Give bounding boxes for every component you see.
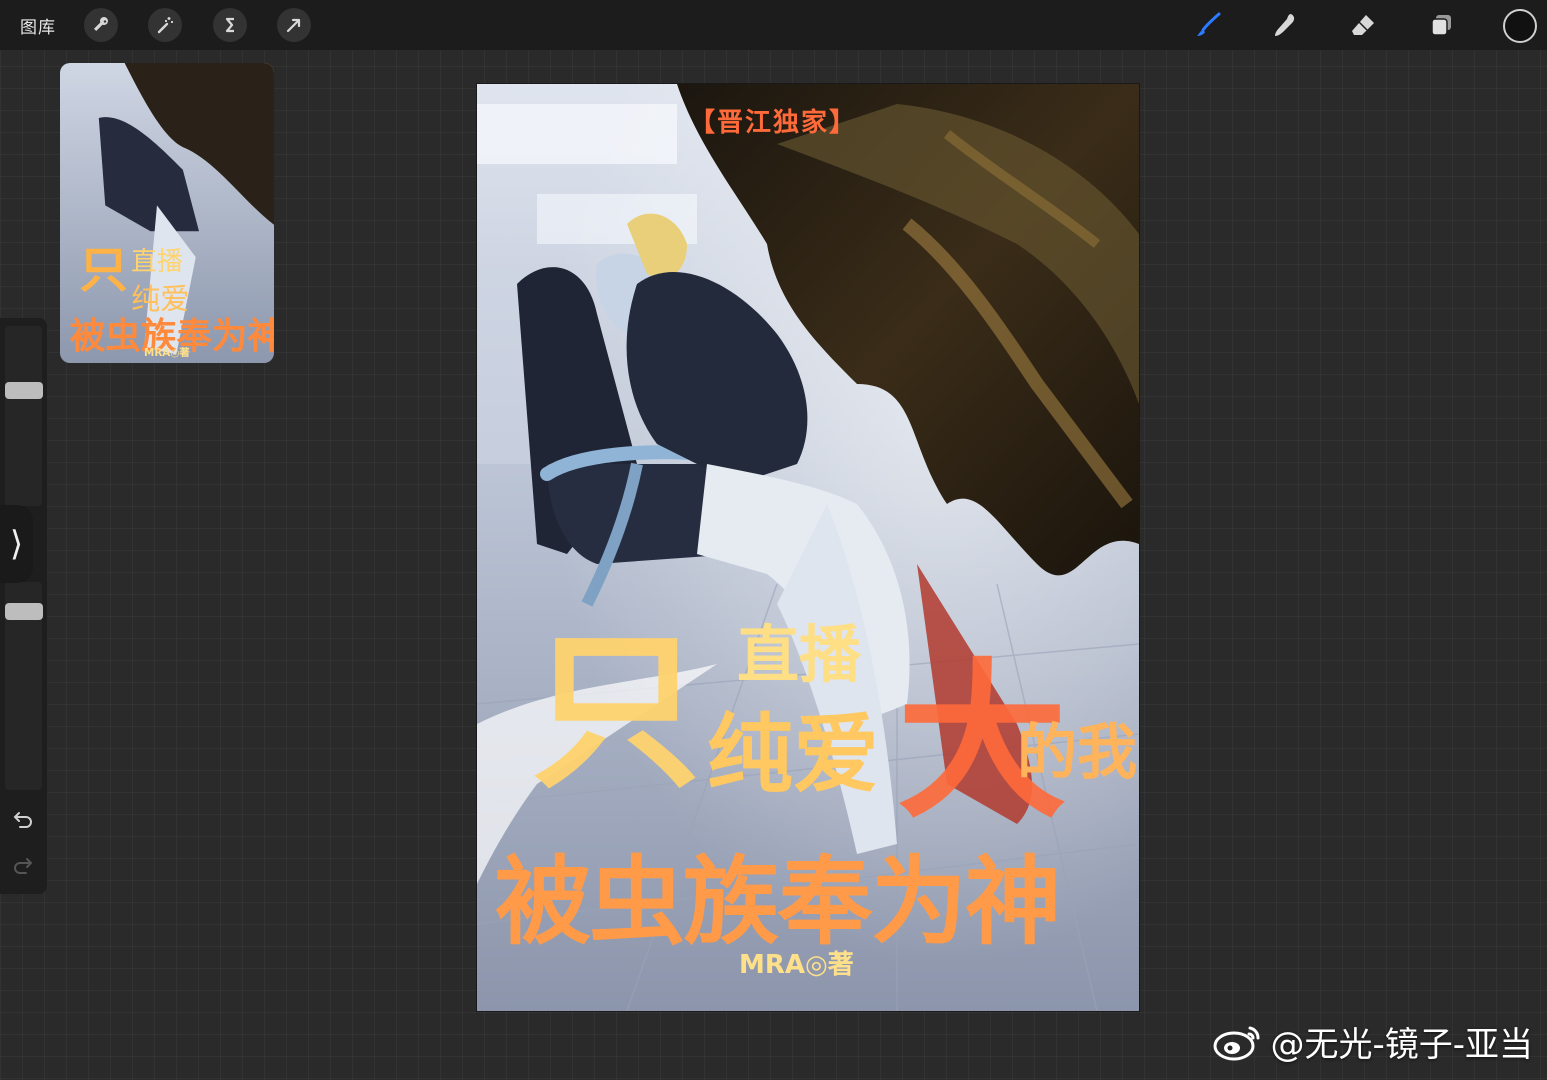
magic-wand-icon — [157, 17, 173, 34]
weibo-icon — [1213, 1026, 1260, 1060]
brush-button[interactable] — [1191, 8, 1225, 42]
smudge-button[interactable] — [1268, 8, 1302, 42]
layers-button[interactable] — [1424, 8, 1458, 42]
adjustments-button[interactable] — [148, 8, 182, 42]
artwork-title-line3: 的我 — [1017, 718, 1137, 788]
opacity-slider[interactable] — [5, 603, 43, 620]
wrench-icon — [94, 16, 109, 31]
artwork-title-line1: 直播 — [737, 618, 862, 691]
svg-text:直播: 直播 — [131, 247, 183, 277]
undo-icon — [13, 812, 32, 828]
undo-button[interactable] — [10, 806, 36, 832]
reference-preview-image: 只 直播 纯爱 被虫族奉为神 MRA◎著 — [60, 63, 274, 363]
eraser-icon — [1352, 15, 1374, 35]
redo-button[interactable] — [10, 852, 36, 878]
redo-icon — [14, 858, 33, 874]
sidebar — [0, 318, 47, 894]
reference-thumbnail[interactable]: 只 直播 纯爱 被虫族奉为神 MRA◎著 — [60, 63, 274, 363]
transform-button[interactable] — [277, 8, 311, 42]
artwork-title-line4: 被虫族奉为神 — [495, 845, 1061, 958]
watermark-text: @无光-镜子-亚当 — [1270, 1025, 1533, 1065]
svg-text:只: 只 — [79, 241, 127, 298]
artwork-author: MRA◎著 — [739, 950, 854, 980]
actions-button[interactable] — [84, 8, 118, 42]
artwork-title-only: 只 — [531, 612, 702, 812]
arrow-cursor-icon — [286, 18, 301, 33]
weibo-watermark: @无光-镜子-亚当 — [1212, 1017, 1533, 1066]
selection-s-icon — [225, 17, 234, 33]
color-swatch[interactable] — [1503, 9, 1537, 43]
svg-text:纯爱: 纯爱 — [131, 282, 189, 316]
top-toolbar: 图库 — [0, 0, 1547, 50]
sidebar-toggle[interactable]: ⟩ — [0, 505, 33, 583]
brush-size-track[interactable] — [5, 326, 42, 506]
svg-text:MRA◎著: MRA◎著 — [144, 346, 190, 359]
artwork-title-line2: 纯爱 — [707, 704, 879, 805]
drawing-canvas[interactable]: 【晋江独家】 只 直播 纯爱 大 的我 被虫族奉为神 MRA◎著 — [477, 84, 1139, 1011]
selection-button[interactable] — [213, 8, 247, 42]
layers-icon — [1431, 15, 1451, 36]
gallery-button[interactable]: 图库 — [20, 13, 56, 38]
eraser-button[interactable] — [1346, 8, 1380, 42]
artwork-header: 【晋江独家】 — [689, 108, 858, 138]
brush-size-slider[interactable] — [5, 382, 43, 399]
procreate-app: 图库 只 直播 纯爱 被虫族奉为神 MRA◎著 ⟩ 【晋江独家】 只 直播 纯爱… — [0, 0, 1547, 1080]
smudge-finger-icon — [1275, 14, 1295, 36]
brush-icon — [1197, 12, 1221, 36]
